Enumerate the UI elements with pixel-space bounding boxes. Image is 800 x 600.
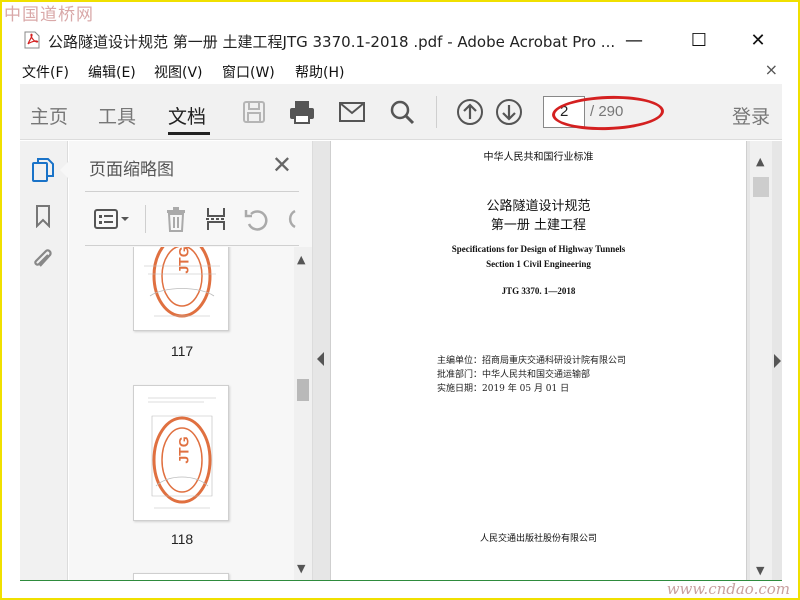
menu-help[interactable]: 帮助(H) (295, 62, 344, 82)
doc-title-en: Specifications for Design of Highway Tun… (451, 244, 626, 254)
delete-icon[interactable] (163, 205, 189, 233)
doc-subtitle-en: Section 1 Civil Engineering (486, 259, 591, 269)
scroll-up-arrow[interactable]: ▲ (297, 253, 305, 266)
left-navigation-rail (20, 141, 68, 581)
doc-publisher: 人民交通出版社股份有限公司 (479, 534, 597, 544)
menu-edit[interactable]: 编辑(E) (88, 62, 136, 82)
watermark-url: www.cndao.com (666, 580, 790, 598)
scroll-down-arrow[interactable]: ▼ (297, 562, 305, 575)
toolbar-separator (436, 96, 437, 128)
doc-header: 中华人民共和国行业标准 (483, 152, 594, 163)
active-tab-indicator (168, 132, 210, 135)
panel-divider (85, 191, 299, 192)
email-icon[interactable] (336, 96, 368, 128)
login-button[interactable]: 登录 (732, 102, 770, 129)
scroll-up-arrow[interactable]: ▲ (756, 155, 764, 168)
menu-view[interactable]: 视图(V) (154, 62, 203, 82)
active-panel-pointer (60, 161, 69, 179)
panel-close-button[interactable]: ✕ (272, 151, 292, 179)
print-icon[interactable] (286, 96, 318, 128)
search-icon[interactable] (386, 96, 418, 128)
menu-bar: 文件(F) 编辑(E) 视图(V) 窗口(W) 帮助(H) × (2, 58, 798, 84)
tab-tools[interactable]: 工具 (98, 102, 136, 129)
title-bar: 公路隧道设计规范 第一册 土建工程JTG 3370.1-2018 .pdf - … (2, 22, 798, 56)
thumbnail-panel: 页面缩略图 ✕ JTG 117 JTG 118 ▲ ▼ (60, 141, 313, 581)
tab-document[interactable]: 文档 (168, 102, 206, 129)
menu-window[interactable]: 窗口(W) (222, 62, 275, 82)
page-down-icon[interactable] (493, 96, 525, 128)
thumbnail-options-icon[interactable] (91, 205, 131, 233)
acrobat-pdf-icon (24, 31, 40, 49)
rotate-ccw-icon[interactable] (243, 205, 269, 233)
thumbnail-list: JTG 117 JTG 118 (69, 247, 295, 581)
thumbnail-scrollbar[interactable]: ▲ ▼ (294, 247, 312, 581)
menu-close-button[interactable]: × (765, 60, 778, 79)
collapse-left-panel-icon[interactable] (317, 352, 324, 366)
doc-editor-unit: 主编单位：招商局重庆交通科研设计院有限公司 (437, 356, 627, 366)
window-title: 公路隧道设计规范 第一册 土建工程JTG 3370.1-2018 .pdf - … (48, 33, 616, 51)
main-toolbar: 主页 工具 文档 2 / 290 登录 (20, 84, 782, 140)
page-thumbnail[interactable]: JTG (133, 247, 229, 331)
scroll-thumb[interactable] (753, 177, 769, 197)
jtg-stamp: JTG (175, 247, 192, 274)
panel-title: 页面缩略图 (89, 160, 174, 180)
close-button[interactable]: ✕ (744, 28, 772, 52)
doc-subtitle-cn: 第一册 土建工程 (490, 218, 587, 233)
rotate-cw-icon[interactable] (281, 205, 297, 233)
document-page: 中华人民共和国行业标准 公路隧道设计规范 第一册 土建工程 Specificat… (330, 141, 747, 581)
scroll-thumb[interactable] (297, 379, 309, 401)
menu-file[interactable]: 文件(F) (22, 62, 69, 82)
page-up-icon[interactable] (454, 96, 486, 128)
tab-home[interactable]: 主页 (30, 102, 68, 129)
extract-pages-icon[interactable] (203, 205, 229, 233)
tools-separator (145, 205, 146, 233)
maximize-button[interactable]: ☐ (685, 28, 713, 52)
bookmark-icon[interactable] (28, 201, 58, 231)
page-thumbnail[interactable]: JTG (133, 385, 229, 521)
attachment-icon[interactable] (28, 245, 58, 275)
doc-title-cn: 公路隧道设计规范 (486, 199, 591, 214)
doc-standard-code: JTG 3370. 1—2018 (501, 286, 576, 296)
panel-divider (85, 245, 299, 246)
doc-effective-date: 实施日期：2019 年 05 月 01 日 (437, 384, 570, 394)
doc-approval-dept: 批准部门：中华人民共和国交通运输部 (437, 370, 591, 380)
jtg-stamp: JTG (175, 436, 192, 464)
expand-right-panel-icon[interactable] (774, 354, 781, 368)
thumbnail-label: 117 (170, 343, 194, 359)
thumbnail-label: 118 (170, 531, 194, 547)
minimize-button[interactable]: — (620, 28, 648, 52)
scroll-down-arrow[interactable]: ▼ (756, 564, 764, 577)
thumbnail-toolbar (85, 199, 299, 239)
document-scrollbar[interactable]: ▲ ▼ (750, 141, 772, 581)
save-icon[interactable] (238, 96, 270, 128)
page-thumbnails-icon[interactable] (28, 155, 58, 185)
